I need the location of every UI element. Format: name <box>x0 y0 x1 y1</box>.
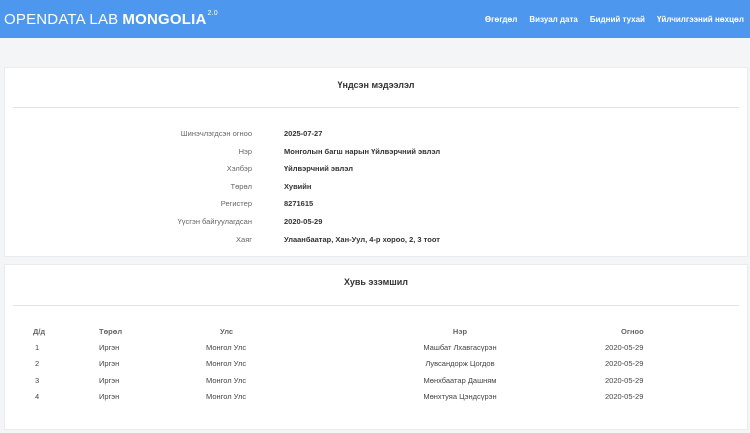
info-row: Шинэчлэгдсэн огноо 2025-07-27 <box>5 129 749 143</box>
column-header-name: Нэр <box>452 326 468 336</box>
column-header-country: Улс <box>220 326 234 336</box>
ownership-table: Д/д Төрөл Улс Нэр Огноо 1 Иргэн Монгол Улс… <box>15 323 739 405</box>
cell-country: Монгол Улс <box>206 392 247 402</box>
info-label: Регистер <box>220 199 252 208</box>
ownership-card: Хувь эзэмшил Д/д Төрөл Улс Нэр Огноо 1 Ир… <box>4 264 748 430</box>
brand-bold-text: MONGOLIA <box>122 10 207 28</box>
brand-logo[interactable]: OPENDATA LAB MONGOLIA 2.0 <box>4 9 218 28</box>
cell-date: 2020-05-29 <box>605 342 644 352</box>
ownership-divider <box>13 305 739 306</box>
column-header-type: Төрөл <box>99 326 123 336</box>
brand-light-text: OPENDATA LAB <box>4 10 119 28</box>
brand-version: 2.0 <box>207 9 218 17</box>
column-header-index: Д/д <box>33 326 46 336</box>
cell-index: 3 <box>35 375 40 385</box>
basic-info-divider <box>13 107 739 108</box>
nav-link-terms[interactable]: Үйлчилгээний нөхцөл <box>657 15 744 24</box>
cell-date: 2020-05-29 <box>605 392 644 402</box>
cell-country: Монгол Улс <box>206 359 247 369</box>
info-row: Хэлбэр Үйлвэрчний эвлэл <box>5 164 749 178</box>
cell-type: Иргэн <box>99 342 120 352</box>
info-row: Нэр Монголын багш нарын Үйлвэрчний эвлэл <box>5 147 749 161</box>
info-row: Үүсгэн байгуулагдсан 2020-05-29 <box>5 217 749 231</box>
info-value: Улаанбаатар, Хан-Уул, 4-р хороо, 2, 3 то… <box>284 235 440 244</box>
basic-info-title: Үндсэн мэдээлэл <box>337 80 415 90</box>
nav-link-data[interactable]: Өгөгдөл <box>485 15 518 24</box>
cell-date: 2020-05-29 <box>605 375 644 385</box>
column-header-date: Огноо <box>621 326 644 336</box>
info-label: Үүсгэн байгуулагдсан <box>177 217 252 226</box>
nav-link-visual-data[interactable]: Визуал дата <box>529 15 577 24</box>
cell-country: Монгол Улс <box>206 342 247 352</box>
info-label: Нэр <box>238 147 252 156</box>
info-value: Монголын багш нарын Үйлвэрчний эвлэл <box>284 147 441 156</box>
info-label: Төрөл <box>230 182 252 191</box>
cell-name: Лувсандорж Цогдов <box>425 359 495 369</box>
table-header-row: Д/д Төрөл Улс Нэр Огноо <box>15 323 739 339</box>
cell-type: Иргэн <box>99 359 120 369</box>
nav-links: Өгөгдөл Визуал дата Бидний тухай Үйлчилг… <box>485 15 744 24</box>
table-row: 1 Иргэн Монгол Улс Машбат Лхавгасүрэн 2020-0… <box>15 339 739 356</box>
info-value: 2025-07-27 <box>284 129 323 138</box>
info-label: Шинэчлэгдсэн огноо <box>180 129 252 138</box>
info-row: Регистер 8271615 <box>5 199 749 213</box>
top-navbar: OPENDATA LAB MONGOLIA 2.0 Өгөгдөл Визуал… <box>0 0 750 38</box>
info-label: Хаяг <box>236 235 252 244</box>
table-row: 2 Иргэн Монгол Улс Лувсандорж Цогдов 2020-05… <box>15 356 739 373</box>
cell-name: Мөнхбаатар Дашням <box>423 375 497 385</box>
info-value: Хувийн <box>284 182 312 191</box>
nav-link-about[interactable]: Бидний тухай <box>590 15 645 24</box>
cell-type: Иргэн <box>99 392 120 402</box>
cell-index: 2 <box>35 359 40 369</box>
cell-date: 2020-05-29 <box>605 359 644 369</box>
info-label: Хэлбэр <box>226 164 252 173</box>
info-value: 2020-05-29 <box>284 217 323 226</box>
ownership-title: Хувь эзэмшил <box>343 277 409 287</box>
table-row: 4 Иргэн Монгол Улс Мөнхтуяа Цэндсүрэн 2020-0… <box>15 389 739 406</box>
info-row: Хаяг Улаанбаатар, Хан-Уул, 4-р хороо, 2, … <box>5 235 749 249</box>
info-value: 8271615 <box>284 199 314 208</box>
cell-name: Мөнхтуяа Цэндсүрэн <box>423 392 497 402</box>
basic-info-card: Үндсэн мэдээлэл Шинэчлэгдсэн огноо 2025-0… <box>4 67 748 257</box>
cell-name: Машбат Лхавгасүрэн <box>423 342 497 352</box>
cell-index: 1 <box>35 342 40 352</box>
info-row: Төрөл Хувийн <box>5 182 749 196</box>
cell-country: Монгол Улс <box>206 375 247 385</box>
info-value: Үйлвэрчний эвлэл <box>284 164 354 173</box>
cell-type: Иргэн <box>99 375 120 385</box>
cell-index: 4 <box>35 392 40 402</box>
table-row: 3 Иргэн Монгол Улс Мөнхбаатар Дашням 2020-05… <box>15 372 739 389</box>
